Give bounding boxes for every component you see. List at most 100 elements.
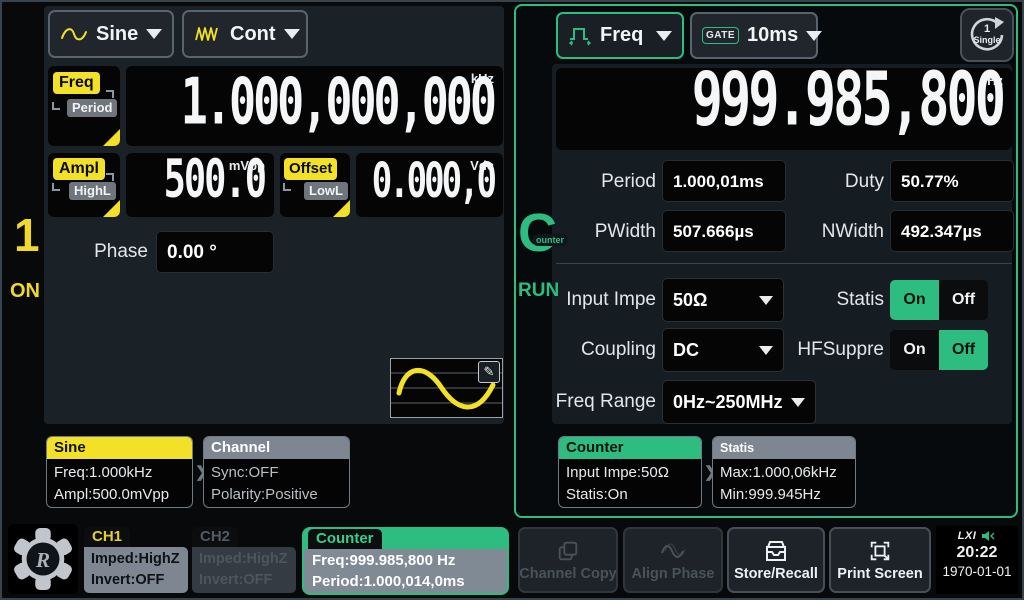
print-screen-button[interactable]: Print Screen [829,527,931,593]
input-impedance-dropdown[interactable]: 50Ω [662,278,784,322]
freq-primary-label[interactable]: Freq [53,72,100,94]
statis-summary-min: Min:999.945Hz [720,484,848,506]
store-recall-icon [763,539,789,563]
system-status-area[interactable]: LXI 20:22 1970-01-01 [936,526,1018,594]
freq-secondary-label[interactable]: Period [67,99,117,117]
ampl-param-selector[interactable]: Ampl HighL [48,153,120,217]
nwidth-value: 492.347µs [890,210,1014,252]
counter-summary-title: Counter [559,437,701,459]
store-recall-button[interactable]: Store/Recall [727,527,825,593]
ch2-invert: Invert:OFF [199,570,289,591]
focus-corner-mark [52,183,60,191]
channel-1-number: 1 [14,208,40,262]
ch1-status-card[interactable]: CH1 Imped:HighZ Invert:OFF [84,527,188,593]
focus-corner-mark [106,173,114,181]
duty-label: Duty [786,171,884,193]
wave-summary-card[interactable]: Sine Freq:1.000kHz Ampl:500.0mVpp [46,436,193,508]
hf-suppress-on-button[interactable]: On [890,330,939,370]
ch2-status-card[interactable]: CH2 Imped:HighZ Invert:OFF [192,527,296,593]
chevron-down-icon [806,31,822,41]
waveform-dropdown[interactable]: Sine [48,10,174,58]
counter-side-letter: C [518,206,557,260]
channel-copy-label: Channel Copy [519,566,616,582]
lxi-logo: LXI [958,530,977,542]
focus-corner-mark [52,102,60,110]
chevron-down-icon [759,296,773,305]
wave-summary-freq: Freq:1.000kHz [54,462,185,484]
counter-status-freq: Freq:999.985,800 Hz [312,550,499,571]
align-phase-label: Align Phase [632,566,715,582]
counter-status-card[interactable]: Counter Freq:999.985,800 Hz Period:1.000… [302,527,509,595]
channel-summary-card[interactable]: Channel Sync:OFF Polarity:Positive [203,436,350,508]
pwidth-label: PWidth [556,221,656,243]
waveform-preview[interactable]: ✎ [390,358,503,418]
freq-range-label: Freq Range [540,391,656,413]
mode-dropdown[interactable]: Cont [182,10,308,58]
statis-off-button[interactable]: Off [939,280,988,320]
edit-icon[interactable]: ✎ [478,361,500,383]
sine-icon [60,25,88,43]
waveform-dropdown-label: Sine [96,23,138,46]
ampl-display[interactable]: mVpp 500.0 [126,153,274,217]
input-impedance-value: 50Ω [673,290,707,311]
statis-on-button[interactable]: On [890,280,939,320]
counter-summary-card[interactable]: Counter Input Impe:50Ω Statis:On [558,436,702,508]
svg-text:R: R [35,548,50,572]
mode-dropdown-label: Cont [230,23,276,46]
gate-badge: GATE [702,27,739,44]
counter-tab-label[interactable]: Counter [308,529,382,549]
wave-summary-title: Sine [47,437,192,459]
counter-summary-statis: Statis:On [566,484,694,506]
statis-toggle: On Off [890,280,988,320]
section-divider [556,263,1012,264]
coupling-dropdown[interactable]: DC [662,328,784,372]
chevron-down-icon [146,29,162,39]
offset-value: 0.000,0 [372,153,494,210]
clock-date: 1970-01-01 [936,564,1018,579]
cont-wave-icon [194,25,222,43]
gate-time-label: 10ms [747,24,798,47]
counter-display-value: 999.985,800 [692,58,1003,143]
freq-display[interactable]: kHz 1.000,000,000 [126,66,503,146]
print-screen-icon [868,539,892,563]
phase-value[interactable]: 0.00 ° [156,231,274,273]
statis-summary-card[interactable]: Statis Max:1.000,06kHz Min:999.945Hz [712,436,856,508]
gate-time-dropdown[interactable]: GATE 10ms [690,12,818,59]
hf-suppress-label: HFSuppre [780,339,884,361]
ch2-tab-label[interactable]: CH2 [192,527,238,547]
ampl-value: 500.0 [164,149,265,210]
offset-param-selector[interactable]: Offset LowL [280,153,350,217]
single-trigger-button[interactable]: 1 Single [960,8,1014,62]
ch1-invert: Invert:OFF [91,570,181,591]
adjust-triangle-icon [333,200,350,217]
adjust-triangle-icon [103,200,120,217]
offset-display[interactable]: Vdc 0.000,0 [356,153,503,217]
copy-icon [556,539,580,563]
coupling-label: Coupling [548,339,656,361]
ampl-primary-label[interactable]: Ampl [53,158,105,180]
ch1-tab-label[interactable]: CH1 [84,527,130,547]
ampl-secondary-label[interactable]: HighL [69,182,116,200]
freq-param-selector[interactable]: Freq Period [48,66,120,146]
counter-function-label: Freq [600,24,643,47]
hf-suppress-off-button[interactable]: Off [939,330,988,370]
freq-value: 1.000,000,000 [181,64,494,139]
chevron-down-icon [759,346,773,355]
svg-text:1: 1 [984,23,990,35]
period-label: Period [556,171,656,193]
freq-range-dropdown[interactable]: 0Hz~250MHz [662,380,816,424]
statis-summary-max: Max:1.000,06kHz [720,462,848,484]
offset-primary-label[interactable]: Offset [284,158,337,180]
align-phase-icon [660,539,686,563]
single-loop-icon: 1 Single [965,13,1009,57]
nwidth-label: NWidth [786,221,884,243]
channel-summary-polarity: Polarity:Positive [211,484,342,506]
offset-secondary-label[interactable]: LowL [304,182,348,200]
wave-summary-ampl: Ampl:500.0mVpp [54,484,185,506]
channel-copy-button: Channel Copy [518,527,618,593]
counter-status-period: Period:1.000,014,0ms [312,571,499,592]
brand-logo-button[interactable]: R [8,524,78,594]
chevron-down-icon [656,31,672,41]
statis-summary-title: Statis [713,437,855,459]
counter-function-dropdown[interactable]: Freq [556,12,684,59]
